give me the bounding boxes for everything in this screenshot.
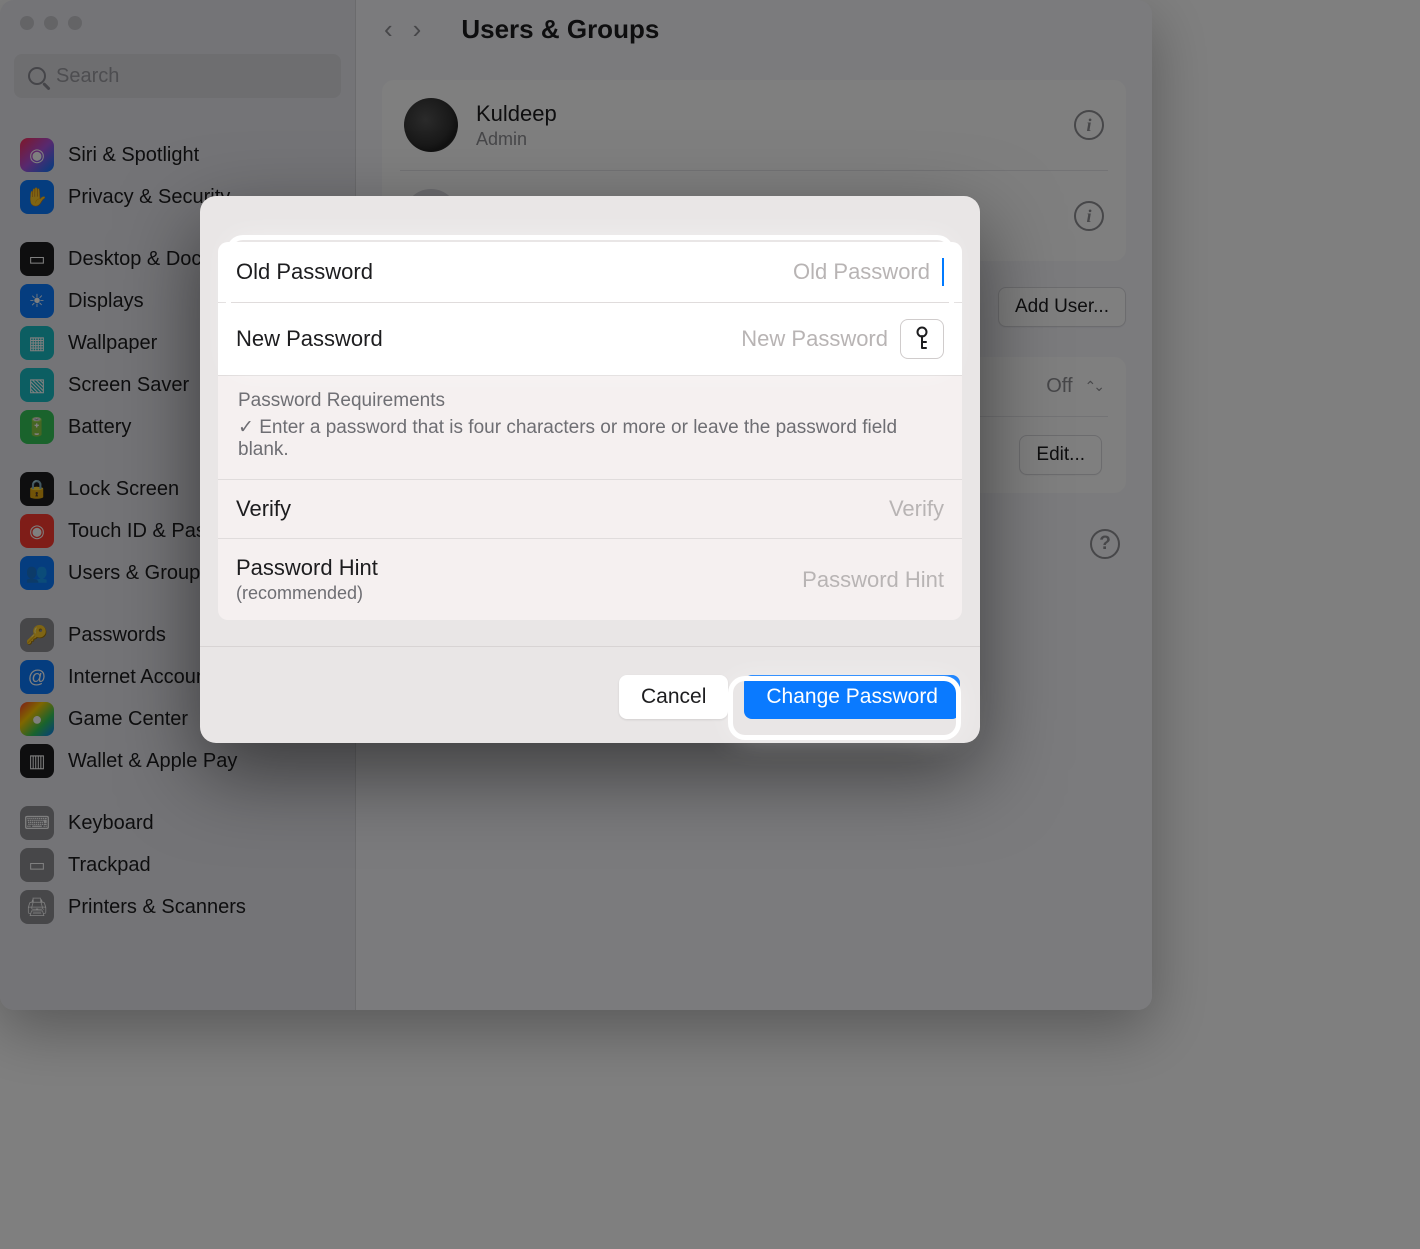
key-icon [912, 326, 932, 352]
cancel-button[interactable]: Cancel [619, 675, 728, 719]
new-password-row: New Password [218, 303, 962, 376]
requirements-text: Enter a password that is four characters… [238, 416, 942, 461]
verify-input[interactable] [684, 496, 944, 522]
modal-actions: Cancel Change Password [200, 646, 980, 743]
password-requirements: Password Requirements Enter a password t… [218, 376, 962, 480]
new-password-label: New Password [236, 326, 383, 352]
hint-sublabel: (recommended) [236, 583, 672, 604]
password-assistant-button[interactable] [900, 319, 944, 359]
requirements-title: Password Requirements [238, 390, 942, 412]
change-password-sheet: Old Password New Password Password Requi… [200, 196, 980, 743]
change-password-button[interactable]: Change Password [744, 675, 960, 719]
form-panel: Old Password New Password Password Requi… [218, 242, 962, 620]
hint-input[interactable] [684, 567, 944, 593]
new-password-input[interactable] [628, 326, 888, 352]
verify-label: Verify [236, 496, 291, 522]
text-cursor [942, 258, 944, 286]
old-password-input[interactable] [670, 259, 930, 285]
old-password-row: Old Password [218, 242, 962, 303]
verify-row: Verify [218, 480, 962, 539]
hint-label: Password Hint [236, 555, 672, 581]
old-password-label: Old Password [236, 259, 373, 285]
hint-row: Password Hint (recommended) [218, 539, 962, 620]
